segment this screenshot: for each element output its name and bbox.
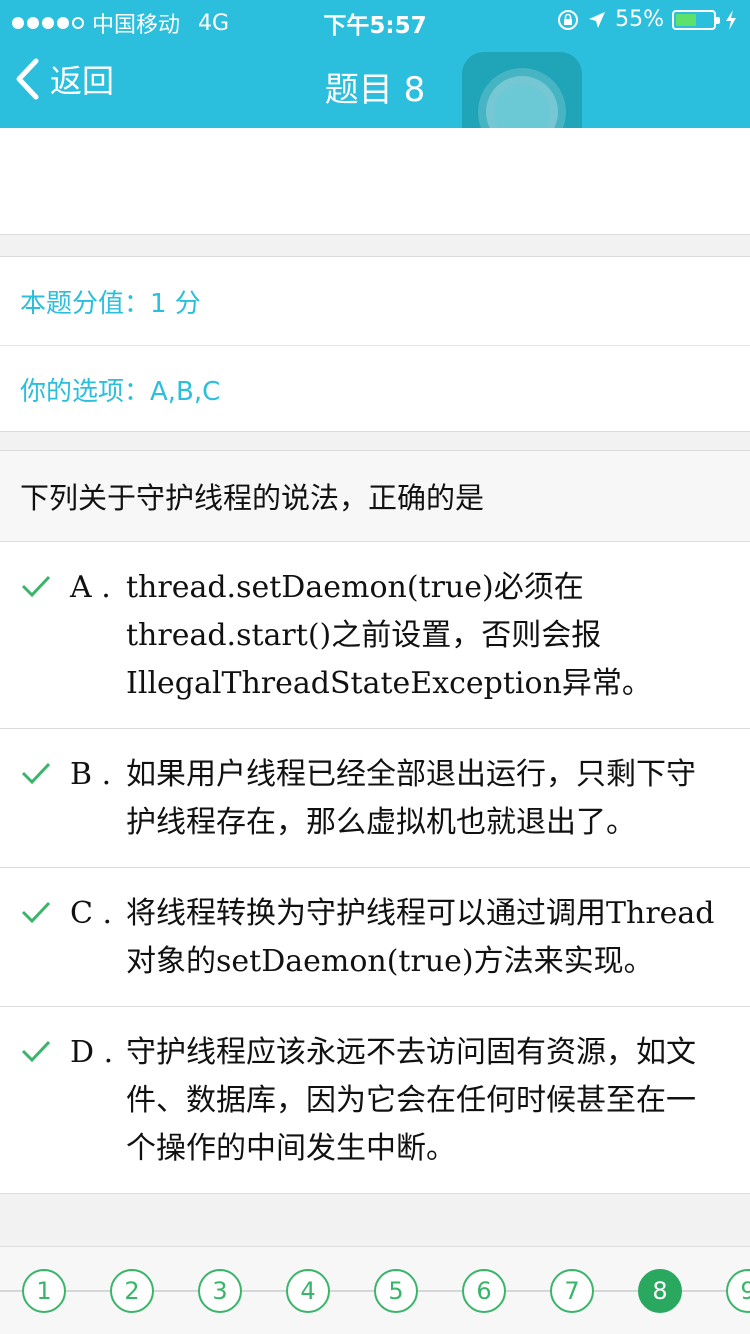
your-answer-row: 你的选项：A,B,C [0,345,750,433]
location-arrow-icon [589,11,606,28]
option-a[interactable]: A . thread.setDaemon(true)必须在thread.star… [0,542,750,729]
page-title: 题目 8 [324,70,426,110]
question-pager: 1 2 3 4 5 6 7 8 9 [0,1246,750,1334]
page-button-3[interactable]: 3 [198,1269,242,1313]
checkmark-icon [21,901,51,924]
checkmark-icon [21,1040,51,1063]
page-button-8-active[interactable]: 8 [638,1269,682,1313]
page-button-5[interactable]: 5 [374,1269,418,1313]
your-answer-label: 你的选项：A,B,C [20,377,221,407]
option-letter: D . [70,1035,114,1070]
option-d[interactable]: D . 守护线程应该永远不去访问固有资源，如文件、数据库，因为它会在任何时候甚至… [0,1007,750,1194]
page-button-9[interactable]: 9 [726,1269,750,1313]
option-text: 将线程转换为守护线程可以通过调用Thread对象的setDaemon(true)… [126,896,715,979]
status-right: 55% [557,7,738,32]
orientation-lock-icon [558,9,579,30]
page-button-6[interactable]: 6 [462,1269,506,1313]
question-info-panel: 本题分值：1 分 你的选项：A,B,C [0,256,750,432]
charging-bolt-icon [726,9,736,30]
option-letter: A . [70,570,111,605]
status-bar: 中国移动 4G 下午5:57 55% [0,0,750,40]
option-letter: C . [70,896,113,931]
page-button-2[interactable]: 2 [110,1269,154,1313]
option-text: thread.setDaemon(true)必须在thread.start()之… [126,570,652,701]
checkmark-icon [21,762,51,785]
app-header: 中国移动 4G 下午5:57 55% 返回 题目 8 [0,0,750,172]
option-text: 如果用户线程已经全部退出运行，只剩下守护线程存在，那么虚拟机也就退出了。 [126,757,696,840]
score-label: 本题分值：1 分 [20,288,201,319]
battery-icon [672,9,720,30]
option-letter: B . [70,757,112,792]
question-text: 下列关于守护线程的说法，正确的是 [0,450,750,542]
checkmark-icon [21,575,51,598]
score-row: 本题分值：1 分 [0,257,750,345]
battery-percent: 55% [615,7,664,32]
page-button-1[interactable]: 1 [22,1269,66,1313]
nav-bar: 返回 题目 8 [0,48,750,172]
option-text: 守护线程应该永远不去访问固有资源，如文件、数据库，因为它会在任何时候甚至在一个操… [126,1035,696,1166]
option-b[interactable]: B . 如果用户线程已经全部退出运行，只剩下守护线程存在，那么虚拟机也就退出了。 [0,729,750,868]
top-blank-panel [0,128,750,235]
page-button-4[interactable]: 4 [286,1269,330,1313]
option-c[interactable]: C . 将线程转换为守护线程可以通过调用Thread对象的setDaemon(t… [0,868,750,1007]
options-list: A . thread.setDaemon(true)必须在thread.star… [0,542,750,1194]
page-button-7[interactable]: 7 [550,1269,594,1313]
